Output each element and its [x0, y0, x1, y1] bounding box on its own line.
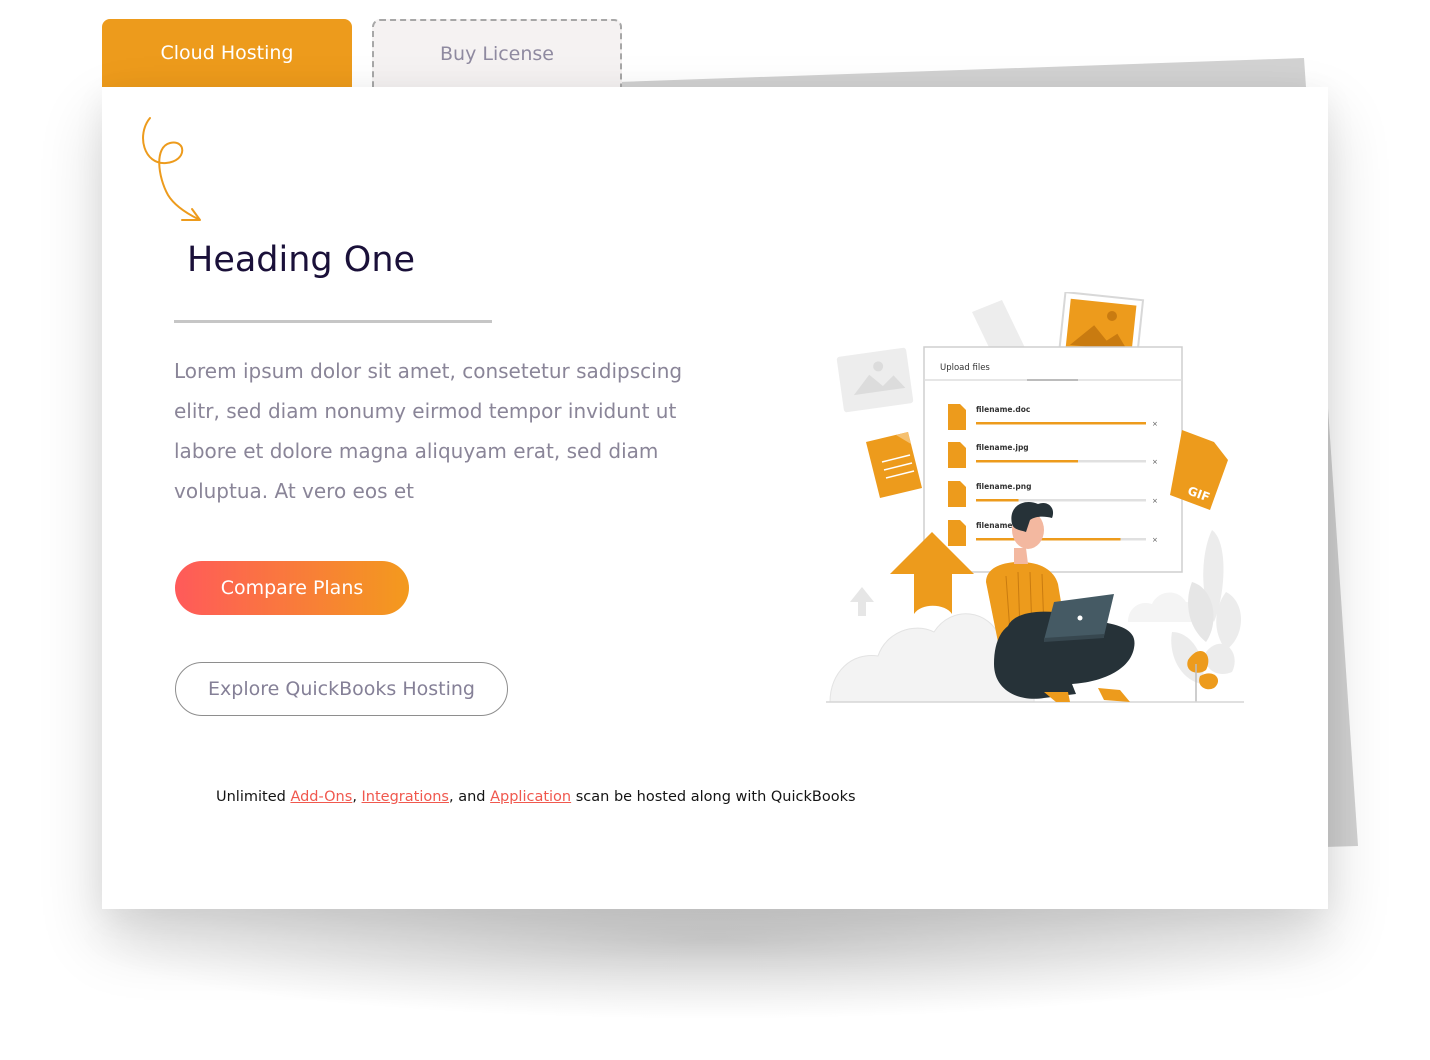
tab-cloud-hosting[interactable]: Cloud Hosting — [102, 19, 352, 87]
upload-window: Upload files filename.doc × filename.jpg… — [923, 346, 1183, 573]
small-up-arrow-icon — [850, 587, 874, 616]
integrations-link[interactable]: Integrations — [362, 789, 449, 805]
file-name: filename.doc — [976, 405, 1030, 414]
footnote-suffix: scan be hosted along with QuickBooks — [575, 789, 856, 805]
page-heading: Heading One — [187, 240, 416, 280]
hero-paragraph: Lorem ipsum dolor sit amet, consetetur s… — [174, 359, 683, 503]
file-name: filename.png — [976, 482, 1031, 491]
add-ons-link[interactable]: Add-Ons — [290, 789, 352, 805]
cancel-upload-icon: × — [1152, 497, 1158, 505]
file-progress-bar — [976, 499, 1019, 502]
curly-arrow-icon — [142, 117, 201, 221]
application-link[interactable]: Application — [490, 789, 571, 805]
footnote-separator-1: , — [352, 789, 362, 805]
upload-window-title: Upload files — [940, 363, 990, 373]
heading-divider — [174, 320, 492, 323]
file-progress-bar — [976, 460, 1078, 463]
floating-image-frame-icon — [836, 347, 914, 413]
file-name: filename. — [976, 521, 1016, 530]
content-card: Heading One Lorem ipsum dolor sit amet, … — [102, 87, 1328, 909]
file-progress-bar — [976, 538, 1121, 541]
explore-quickbooks-hosting-button[interactable]: Explore QuickBooks Hosting — [175, 662, 508, 716]
hosting-footnote: Unlimited Add-Ons, Integrations, and App… — [216, 789, 856, 805]
footnote-separator-2: , and — [448, 789, 491, 805]
cancel-upload-icon: × — [1152, 458, 1158, 466]
cancel-upload-icon: × — [1152, 536, 1158, 544]
footnote-prefix: Unlimited — [216, 789, 291, 805]
compare-plans-button[interactable]: Compare Plans — [175, 561, 409, 615]
orange-document-icon — [866, 432, 922, 498]
file-name: filename.jpg — [976, 443, 1029, 452]
tab-buy-license[interactable]: Buy License — [372, 19, 622, 87]
upload-illustration: Upload files filename.doc × filename.jpg… — [826, 292, 1244, 703]
cancel-upload-icon: × — [1152, 420, 1158, 428]
file-progress-bar — [976, 422, 1146, 425]
